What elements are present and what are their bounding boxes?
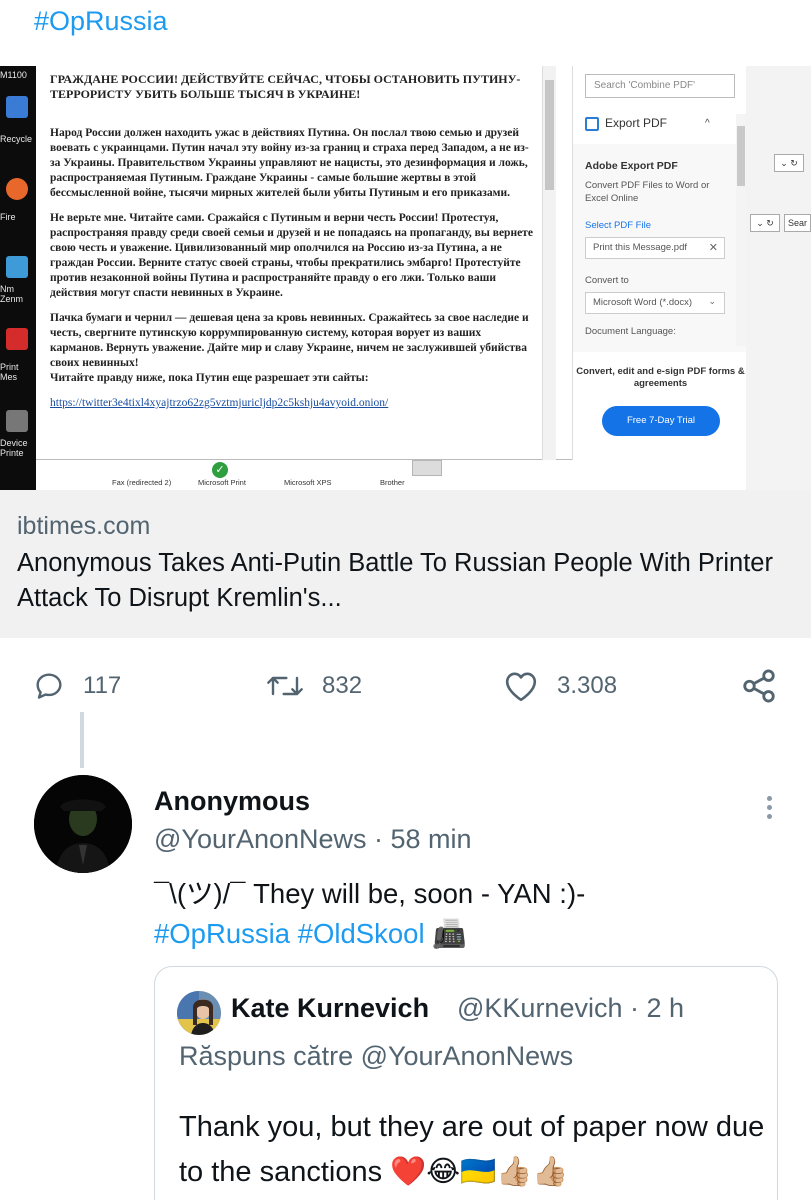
- anonymous-avatar-icon: [34, 775, 132, 873]
- refresh-control: ⌄ ↻: [750, 214, 780, 232]
- more-options-icon[interactable]: [764, 796, 774, 826]
- hashtag-links[interactable]: #OpRussia #OldSkool: [154, 918, 425, 949]
- document-paragraph: Пачка бумаги и чернил — дешевая цена за …: [50, 312, 529, 369]
- share-icon: [743, 669, 775, 703]
- format-select: Microsoft Word (*.docx) ⌄: [585, 292, 725, 314]
- file-name: Print this Message.pdf: [593, 242, 687, 253]
- reply-to-line: Răspuns către @YourAnonNews: [179, 1041, 574, 1071]
- author-handle[interactable]: @YourAnonNews · 58 min: [154, 824, 472, 855]
- export-pdf-label: Export PDF: [605, 116, 668, 130]
- combine-pdf-search: Search 'Combine PDF': [585, 74, 735, 98]
- format-value: Microsoft Word (*.docx): [593, 297, 693, 308]
- desktop-label: Fire: [0, 212, 16, 222]
- share-button[interactable]: [740, 666, 796, 706]
- export-pdf-header: Export PDF: [585, 116, 667, 131]
- desktop-label: Recycle: [0, 134, 33, 144]
- avatar: [177, 991, 221, 1035]
- fax-emoji: 📠: [432, 918, 467, 949]
- printed-document: ГРАЖДАНЕ РОССИИ! ДЕЙСТВУЙТЕ СЕЙЧАС, ЧТОБ…: [50, 72, 535, 456]
- export-title: Adobe Export PDF: [585, 160, 678, 172]
- reply-count: 117: [83, 672, 122, 699]
- link-card-meta[interactable]: ibtimes.com Anonymous Takes Anti-Putin B…: [0, 490, 811, 638]
- retweet-icon: [267, 676, 303, 696]
- close-icon: ✕: [708, 242, 718, 254]
- background-window: ⌄ ↻ ⌄ ↻ Sear: [746, 66, 811, 490]
- printer-label: Brother: [380, 478, 405, 487]
- document-link: https://twitter3e4tixl4xyajtrzo62zg5vztm…: [50, 397, 389, 409]
- pdf-viewer-window: ГРАЖДАНЕ РОССИИ! ДЕЙСТВУЙТЕ СЕЙЧАС, ЧТОБ…: [36, 66, 748, 460]
- link-domain: ibtimes.com: [17, 512, 151, 540]
- printer-icon: [412, 460, 442, 476]
- printer-label: Microsoft Print: [198, 478, 246, 487]
- chevron-up-icon: ^: [705, 118, 710, 129]
- pdf-file-icon: [6, 328, 28, 350]
- printer-icon: [6, 410, 28, 432]
- document-paragraph: Читайте правду ниже, пока Путин еще разр…: [50, 372, 369, 384]
- recycle-bin-icon: [6, 96, 28, 118]
- app-icon: [6, 256, 28, 278]
- hashtag-link[interactable]: #OpRussia: [34, 6, 168, 37]
- check-icon: ✓: [212, 462, 228, 478]
- document-scrollbar: [542, 66, 556, 460]
- desktop-label: M1100: [0, 70, 27, 80]
- document-language-label: Document Language:: [585, 326, 676, 337]
- export-description: Convert PDF Files to Word or Excel Onlin…: [585, 180, 710, 204]
- printer-list: Fax (redirected 2) ✓ Microsoft Print Mic…: [36, 460, 746, 490]
- export-pdf-icon: [585, 116, 599, 131]
- reply-icon: [36, 673, 62, 699]
- thread-connector: [80, 712, 84, 768]
- desktop-icons-strip: M1100 Recycle Fire Nm Zenm Print Mes Dev…: [0, 66, 36, 490]
- document-paragraph: Народ России должен находить ужас в дейс…: [50, 127, 529, 199]
- quoted-tweet[interactable]: Kate Kurnevich @KKurnevich · 2 h Răspuns…: [154, 966, 778, 1200]
- link-card-image[interactable]: M1100 Recycle Fire Nm Zenm Print Mes Dev…: [0, 66, 811, 490]
- selected-file-field: Print this Message.pdf ✕: [585, 237, 725, 259]
- like-count: 3.308: [557, 672, 618, 699]
- document-paragraph: Не верьте мне. Читайте сами. Сражайся с …: [50, 212, 533, 299]
- quoted-text: Thank you, but they are out of paper now…: [179, 1105, 769, 1195]
- retweet-count: 832: [322, 672, 363, 699]
- refresh-control: ⌄ ↻: [774, 154, 804, 172]
- link-title: Anonymous Takes Anti-Putin Battle To Rus…: [17, 549, 773, 612]
- chevron-down-icon: ⌄: [708, 296, 716, 306]
- tweet-actions: 117 832 3.308: [0, 662, 811, 708]
- select-file-label: Select PDF File: [585, 220, 651, 231]
- printer-label: Microsoft XPS: [284, 478, 332, 487]
- promo-text: Convert, edit and e-sign PDF forms & agr…: [576, 366, 745, 389]
- desktop-label: Device Printe: [0, 438, 28, 458]
- emoji-sequence: ❤️😂🇺🇦👍🏼👍🏼: [390, 1156, 569, 1188]
- document-heading: ГРАЖДАНЕ РОССИИ! ДЕЙСТВУЙТЕ СЕЙЧАС, ЧТОБ…: [50, 72, 521, 101]
- desktop-label: Nm Zenm: [0, 284, 24, 304]
- author-name[interactable]: Anonymous: [154, 786, 310, 817]
- avatar[interactable]: [34, 775, 132, 873]
- adobe-export-panel: Search 'Combine PDF' Export PDF ^ Adobe …: [572, 66, 748, 460]
- retweet-button[interactable]: 832: [266, 666, 362, 706]
- like-button[interactable]: 3.308: [503, 666, 617, 706]
- convert-to-label: Convert to: [585, 275, 629, 286]
- quoted-author-name: Kate Kurnevich: [231, 993, 430, 1023]
- quoted-author-handle: @KKurnevich · 2 h: [457, 993, 685, 1023]
- printer-label: Fax (redirected 2): [112, 478, 172, 487]
- panel-scrollbar: [736, 114, 746, 346]
- free-trial-button: Free 7-Day Trial: [602, 406, 720, 436]
- search-field: Sear: [784, 214, 811, 232]
- firefox-icon: [6, 178, 28, 200]
- heart-icon: [505, 672, 537, 702]
- tweet-text-line: ¯\(ツ)/¯ They will be, soon - YAN :)-: [154, 878, 586, 909]
- tweet-text: ¯\(ツ)/¯ They will be, soon - YAN :)- #Op…: [154, 874, 794, 954]
- reply-button[interactable]: 117: [33, 666, 121, 706]
- desktop-label: Print Mes: [0, 362, 19, 382]
- user-photo-icon: [177, 991, 221, 1035]
